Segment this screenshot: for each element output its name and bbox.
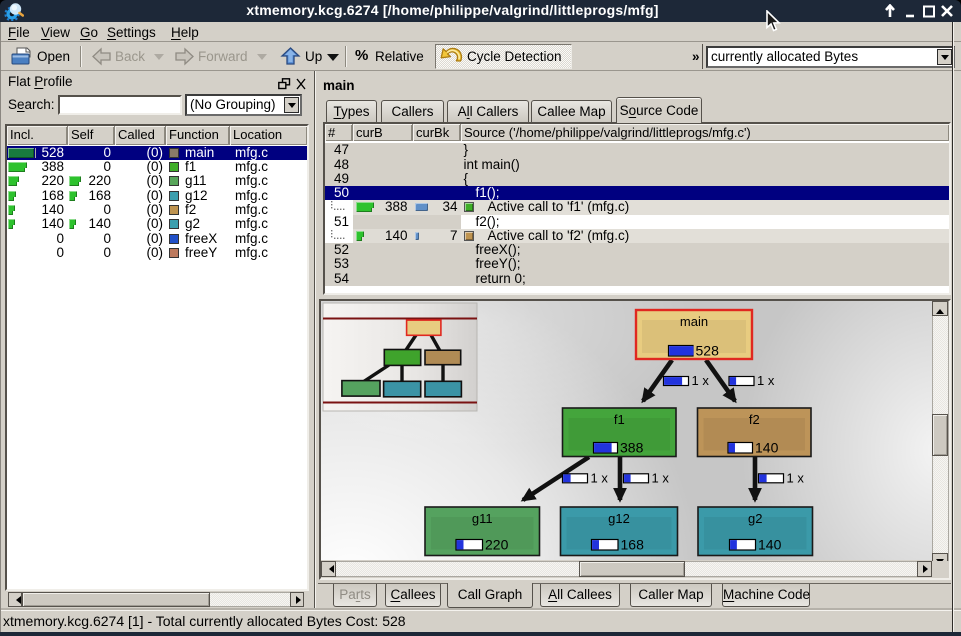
svg-text:g2: g2: [748, 511, 762, 526]
svg-text:1 x: 1 x: [591, 470, 609, 485]
svg-text:140: 140: [755, 440, 779, 456]
svg-text:1 x: 1 x: [787, 470, 805, 485]
svg-text:g11: g11: [472, 511, 493, 526]
svg-text:168: 168: [621, 537, 645, 553]
svg-text:main: main: [680, 314, 708, 329]
svg-text:1 x: 1 x: [652, 470, 670, 485]
svg-text:528: 528: [696, 343, 720, 359]
svg-text:140: 140: [758, 537, 782, 553]
svg-text:1 x: 1 x: [757, 373, 775, 388]
svg-text:g12: g12: [608, 511, 630, 526]
svg-text:1 x: 1 x: [692, 373, 710, 388]
svg-text:388: 388: [620, 440, 644, 456]
svg-text:f2: f2: [749, 412, 760, 427]
svg-text:f1: f1: [614, 412, 625, 427]
svg-text:220: 220: [485, 537, 509, 553]
